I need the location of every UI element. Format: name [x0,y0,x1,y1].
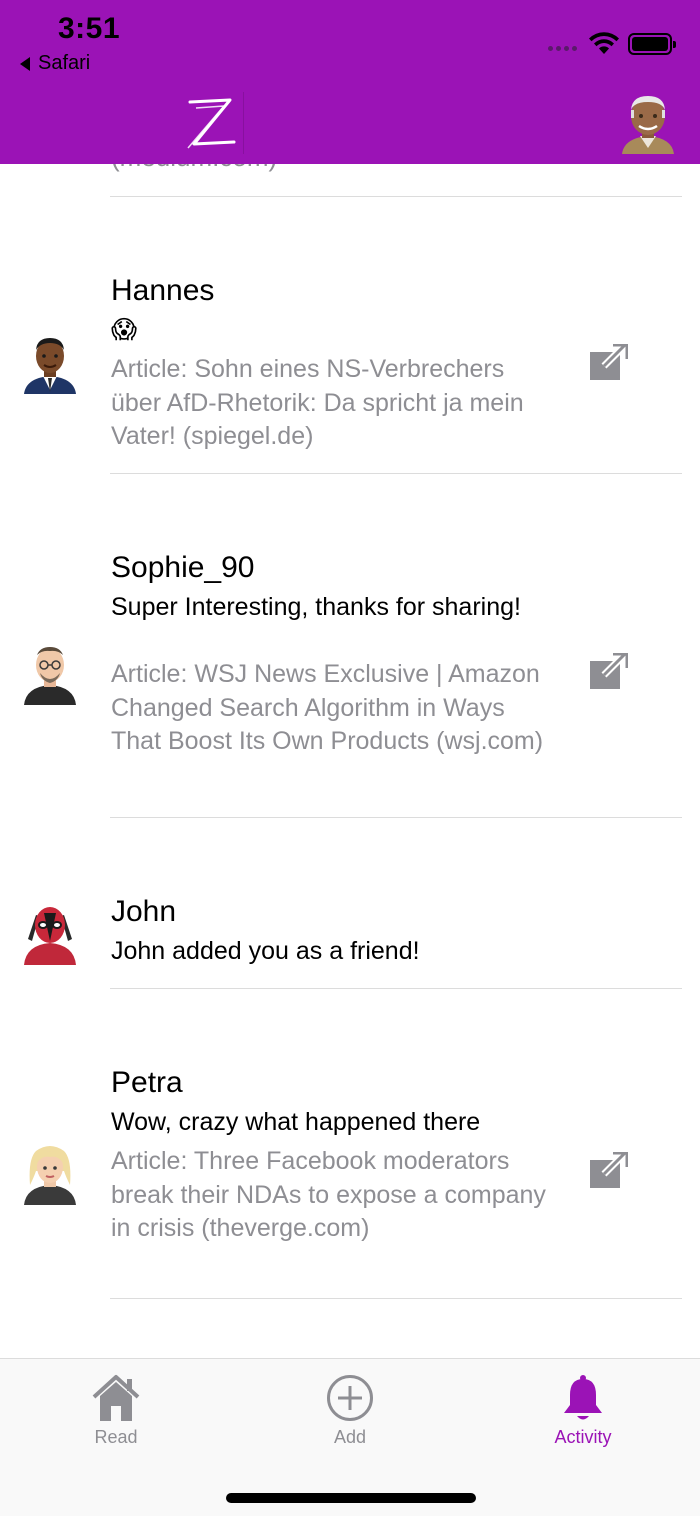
item-comment: Super Interesting, thanks for sharing! [111,593,521,621]
feed-divider [110,1298,682,1299]
tab-bar: Read Add Activity [0,1358,700,1516]
avatar-sophie [24,647,76,705]
wifi-icon [589,32,619,54]
feed-divider [110,196,682,197]
item-name: Hannes [111,274,215,307]
avatar-hannes [24,338,76,394]
home-icon [92,1375,140,1421]
item-article[interactable]: Article: Three Facebook moderators break… [111,1145,551,1246]
back-app-label: Safari [38,52,91,74]
activity-item-hannes[interactable]: Hannes 😱 Article: Sohn eines NS-Verbrech… [0,274,700,474]
avatar-petra [24,1146,76,1205]
status-time: 3:51 [58,12,121,45]
tab-label: Read [94,1427,138,1447]
activity-item-sophie[interactable]: Sophie_90 Super Interesting, thanks for … [0,551,700,816]
item-name: John [111,895,177,928]
app-logo[interactable]: Z [178,92,244,152]
tab-activity[interactable]: Activity [523,1373,643,1448]
app-header: 3:51 Safari Z [0,0,700,164]
home-indicator[interactable] [226,1493,476,1503]
back-to-safari-link[interactable]: Safari [20,52,90,75]
feed-divider [110,988,682,989]
back-arrow-icon [20,56,30,71]
external-link-icon[interactable] [590,1152,628,1188]
item-name: Sophie_90 [111,551,255,584]
activity-item-petra[interactable]: Petra Wow, crazy what happened there Art… [0,1066,700,1296]
item-article[interactable]: Article: Sohn eines NS-Verbrechers über … [111,353,551,454]
item-comment: John added you as a friend! [111,937,420,965]
plus-circle-icon [327,1375,373,1421]
screen: 3:51 Safari Z [0,0,700,1516]
item-article[interactable]: Article: WSJ News Exclusive | Amazon Cha… [111,658,551,759]
profile-avatar-icon[interactable] [620,92,676,154]
battery-icon [628,33,676,55]
partial-article-source: (medium.com) [111,164,277,173]
cellular-signal-icon [548,46,577,51]
tab-label: Add [333,1427,367,1447]
activity-item-john[interactable]: John John added you as a friend! [0,895,700,990]
tab-label: Activity [554,1427,612,1447]
item-comment: Wow, crazy what happened there [111,1108,481,1136]
external-link-icon[interactable] [590,653,628,689]
avatar-john [24,907,76,965]
tab-add[interactable]: Add [290,1373,410,1448]
feed-divider [110,473,682,474]
tab-read[interactable]: Read [56,1373,176,1448]
item-comment: 😱 [111,316,138,344]
bell-icon [564,1375,602,1420]
activity-feed[interactable]: (medium.com) Hannes 😱 Article: Sohn eine… [0,164,700,1358]
header-divider [243,92,244,154]
item-name: Petra [111,1066,183,1099]
feed-divider [110,817,682,818]
external-link-icon[interactable] [590,344,628,380]
